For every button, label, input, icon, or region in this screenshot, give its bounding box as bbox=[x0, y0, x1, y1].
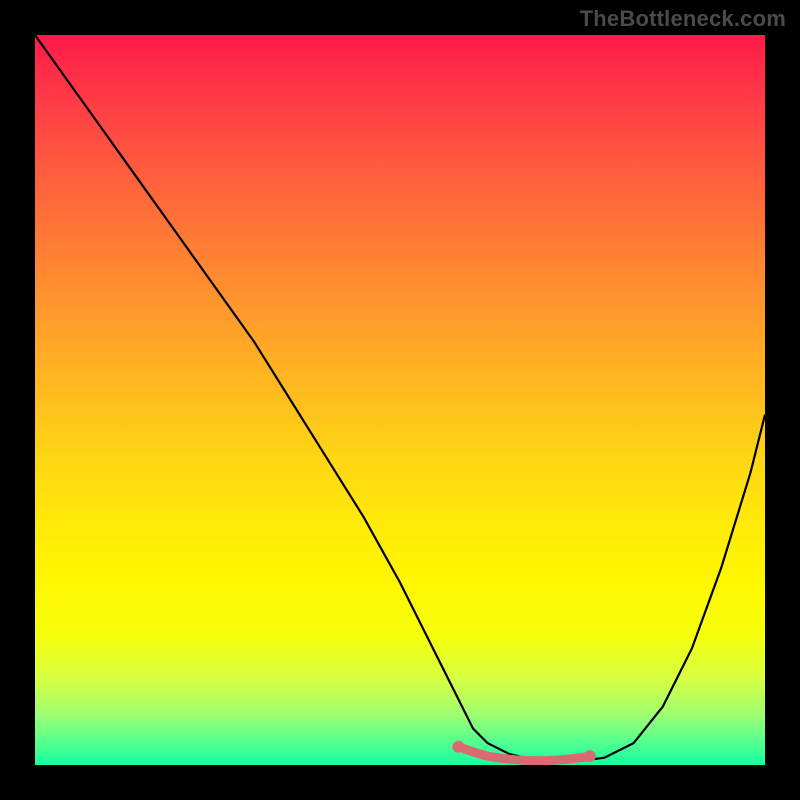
optimal-marker-start bbox=[452, 741, 464, 753]
optimal-band-line bbox=[458, 747, 589, 761]
bottleneck-curve bbox=[35, 35, 765, 761]
curve-svg bbox=[35, 35, 765, 765]
plot-area bbox=[35, 35, 765, 765]
watermark-text: TheBottleneck.com bbox=[580, 6, 786, 32]
optimal-marker-end bbox=[584, 750, 596, 762]
